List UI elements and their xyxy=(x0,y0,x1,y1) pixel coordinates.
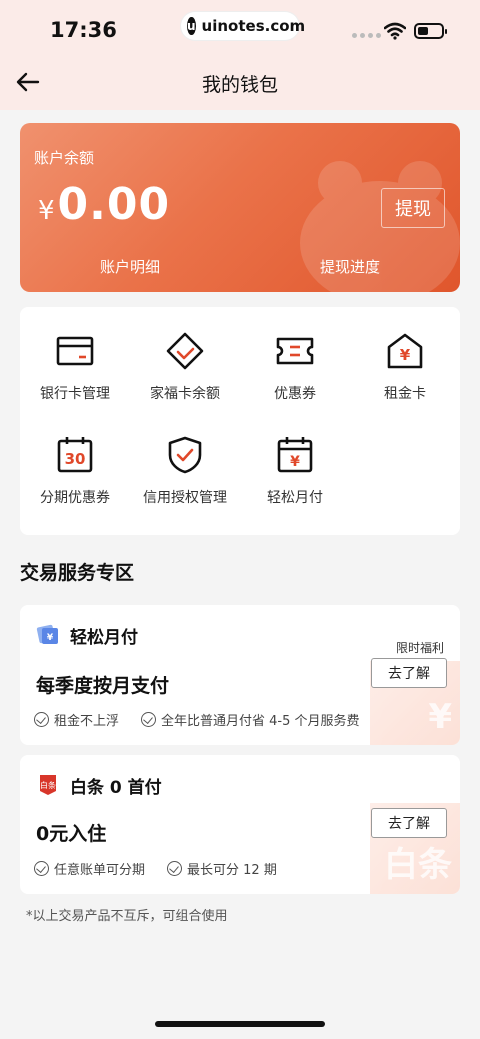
yuan-glyph: ¥ xyxy=(400,346,411,364)
card-title: 白条 0 首付 xyxy=(70,778,162,798)
balance-label: 账户余额 xyxy=(34,149,95,167)
yuan-glyph: ¥ xyxy=(47,633,54,643)
service-jiafu-card[interactable]: 家福卡余额 xyxy=(130,331,240,403)
feature-item: 租金不上浮 xyxy=(34,710,119,729)
feature-text: 全年比普通月付省 4-5 个月服务费 xyxy=(161,714,360,729)
learn-more-button[interactable]: 去了解 xyxy=(371,658,447,688)
service-monthly-pay[interactable]: ¥ 轻松月付 xyxy=(240,435,350,507)
service-rent-card[interactable]: ¥ 租金卡 xyxy=(350,331,460,403)
check-circle-icon xyxy=(34,712,49,727)
feature-text: 租金不上浮 xyxy=(54,714,120,729)
baitiao-icon-text: 白条 xyxy=(40,780,56,790)
feature-item: 任意账单可分期 xyxy=(34,859,145,878)
rent-card-icon: ¥ xyxy=(387,333,423,369)
account-details-link[interactable]: 账户明细 xyxy=(20,252,240,292)
service-bank-card[interactable]: 银行卡管理 xyxy=(20,331,130,403)
watermark-text: 白条 xyxy=(384,845,452,885)
service-label: 家福卡余额 xyxy=(150,386,220,402)
service-coupon[interactable]: 优惠券 xyxy=(240,331,350,403)
site-logo-icon: u xyxy=(187,17,196,35)
bank-card-icon xyxy=(56,336,94,366)
withdraw-progress-link[interactable]: 提现进度 xyxy=(240,252,460,292)
service-label: 优惠券 xyxy=(274,386,316,402)
wifi-icon xyxy=(384,22,406,40)
footnote: *以上交易产品不互斥，可组合使用 xyxy=(26,909,228,924)
coupon-icon xyxy=(276,337,314,365)
signal-icon xyxy=(352,33,381,38)
feature-item: 全年比普通月付省 4-5 个月服务费 xyxy=(141,710,360,729)
home-indicator[interactable] xyxy=(155,1021,325,1027)
watermark-text: ¥ xyxy=(428,697,452,737)
monthly-pay-card[interactable]: ¥ 轻松月付 限时福利 每季度按月支付 ¥ 去了解 租金不上浮 全年比普通月付省… xyxy=(20,605,460,745)
card-headline: 0元入住 xyxy=(36,823,107,845)
balance-amount: ¥0.00 xyxy=(38,179,170,230)
card-features: 租金不上浮 全年比普通月付省 4-5 个月服务费 xyxy=(34,710,360,729)
yuan-glyph: ¥ xyxy=(290,454,300,470)
feature-text: 最长可分 12 期 xyxy=(187,863,277,878)
page-title: 我的钱包 xyxy=(201,74,278,96)
withdraw-button[interactable]: 提现 xyxy=(381,188,445,228)
service-installment-coupon[interactable]: 30 分期优惠券 xyxy=(20,435,130,507)
nav-bar: 我的钱包 xyxy=(0,60,480,104)
status-bar: 17:36 u uinotes.com xyxy=(0,0,480,60)
service-label: 银行卡管理 xyxy=(40,386,110,402)
check-circle-icon xyxy=(34,861,49,876)
card-title: 轻松月付 xyxy=(70,628,138,648)
feature-item: 最长可分 12 期 xyxy=(167,859,277,878)
diamond-check-icon xyxy=(166,332,204,370)
shield-check-icon xyxy=(168,436,202,474)
balance-links: 账户明细 提现进度 xyxy=(20,252,460,292)
balance-value: 0.00 xyxy=(57,179,171,230)
service-label: 分期优惠券 xyxy=(40,490,110,506)
service-label: 轻松月付 xyxy=(267,490,323,506)
calendar-30-icon: 30 xyxy=(57,437,93,473)
url-pill: u uinotes.com xyxy=(181,12,305,40)
card-headline: 每季度按月支付 xyxy=(36,675,170,697)
card-features: 任意账单可分期 最长可分 12 期 xyxy=(34,859,277,878)
services-grid: 银行卡管理 家福卡余额 优惠券 ¥ 租金卡 30 分期优惠券 信用授权管理 ¥ … xyxy=(20,307,460,535)
site-name: uinotes.com xyxy=(201,17,306,35)
learn-more-button[interactable]: 去了解 xyxy=(371,808,447,838)
section-title: 交易服务专区 xyxy=(20,562,135,584)
baitiao-logo-icon: 白条 xyxy=(40,775,56,795)
calendar-yuan-icon: ¥ xyxy=(277,437,313,473)
balance-card: 账户余额 ¥0.00 提现 账户明细 提现进度 xyxy=(20,123,460,292)
thirty-glyph: 30 xyxy=(65,450,86,468)
check-circle-icon xyxy=(167,861,183,876)
check-circle-icon xyxy=(141,712,157,727)
service-label: 租金卡 xyxy=(384,386,426,402)
monthly-pay-icon: ¥ xyxy=(36,624,58,644)
feature-text: 任意账单可分期 xyxy=(54,863,146,878)
limited-offer-tag: 限时福利 xyxy=(396,641,445,655)
currency-symbol: ¥ xyxy=(38,196,56,226)
baitiao-card[interactable]: 白条 白条 0 首付 0元入住 白条 去了解 任意账单可分期 最长可分 12 期 xyxy=(20,755,460,894)
service-credit-auth[interactable]: 信用授权管理 xyxy=(130,435,240,507)
service-label: 信用授权管理 xyxy=(143,490,227,506)
status-time: 17:36 xyxy=(50,18,117,42)
battery-icon xyxy=(414,23,447,39)
